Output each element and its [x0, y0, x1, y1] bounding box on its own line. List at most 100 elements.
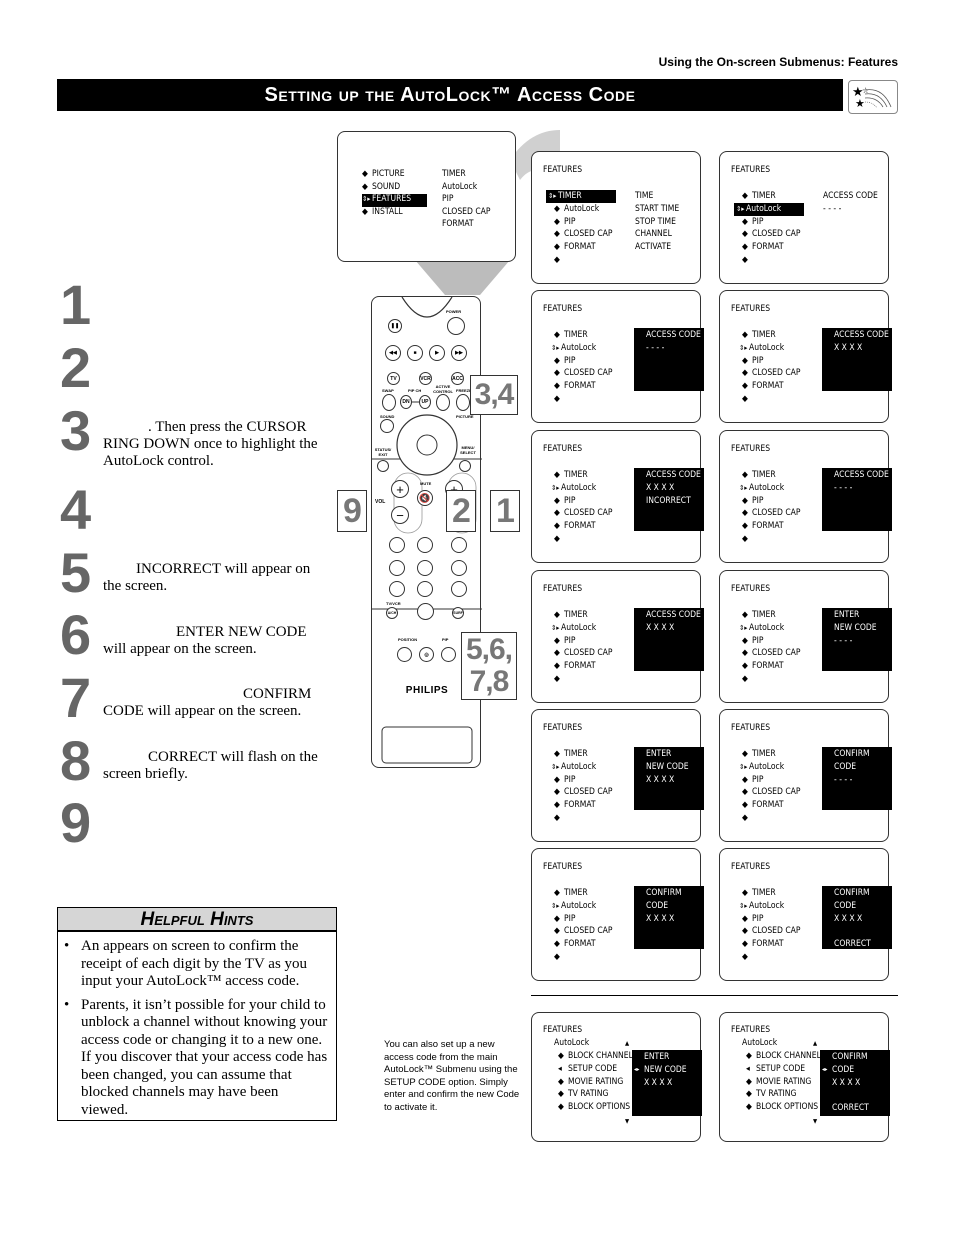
menu-item: ◆	[742, 533, 748, 544]
menu-item: ◆ FORMAT	[742, 521, 784, 532]
menu-item: ◆ CLOSED CAP	[742, 229, 801, 240]
digit-8-button[interactable]	[417, 581, 433, 597]
menu-item: ◆ TIMER	[554, 330, 588, 340]
sound-button[interactable]	[380, 419, 394, 433]
pip-ch-up-button[interactable]: UP	[419, 395, 431, 409]
code-box-line: CONFIRM	[646, 888, 682, 898]
pip-ch-down-button[interactable]: DN	[400, 395, 412, 409]
menu-item-selected: ⇕▸ AutoLock	[734, 202, 804, 216]
code-box-line: CODE	[834, 900, 857, 911]
digit-1-button[interactable]	[389, 537, 405, 553]
menu-item: ◆ FORMAT	[742, 939, 784, 950]
code-box: ACCESS CODE - - - -	[634, 328, 704, 391]
screen-header: FEATURES	[731, 304, 771, 314]
active-control-button[interactable]	[436, 394, 450, 411]
menu-item-active: ⇕▸ AutoLock	[739, 900, 785, 911]
position-button[interactable]	[397, 647, 412, 662]
screen-header: FEATURES	[543, 304, 583, 314]
right-item: CHANNEL	[635, 229, 672, 240]
power-button[interactable]	[447, 317, 465, 335]
screen-menu: ◆ TIMER ⇕▸ AutoLock ◆ PIP ◆ CLOSED CAP ◆ FORMAT ◆	[739, 887, 801, 964]
status-exit-button[interactable]	[377, 460, 389, 472]
step-text-6: ENTER NEW CODE will appear on the screen…	[103, 624, 307, 657]
pause-button[interactable]: ❚❚	[388, 319, 402, 333]
menu-item: ◆ TIMER	[742, 470, 776, 480]
code-box-line: ENTER	[644, 1052, 670, 1062]
code-box-line: - - - -	[834, 635, 853, 646]
menu-item: ◆ FORMAT	[554, 521, 596, 532]
digit-5-button[interactable]	[417, 560, 433, 576]
position-label: POSITION	[398, 637, 418, 642]
menu-item: ◆ FORMAT	[554, 661, 596, 672]
play-button[interactable]: ▶	[429, 345, 445, 361]
menu-item-active: ⇕▸ AutoLock	[739, 761, 785, 772]
side-note: You can also set up a new access code fr…	[384, 1039, 520, 1113]
step-number-8: 8	[60, 729, 91, 792]
right-item: ACCESS CODE	[823, 191, 878, 201]
screen-header: FEATURES	[731, 165, 771, 175]
freeze-button[interactable]	[456, 394, 470, 411]
digit-9-button[interactable]	[451, 581, 467, 597]
stars-icon: ★ ★ ☆	[848, 80, 898, 114]
screen-subheader: AutoLock	[742, 1038, 778, 1048]
screen-menu: ◆ TIMER ⇕▸ AutoLock ◆ PIP ◆ CLOSED CAP ◆ FORMAT ◆	[551, 887, 613, 964]
submenu-item: ◆ BLOCK CHANNEL	[746, 1051, 821, 1061]
swap-button[interactable]	[382, 394, 396, 411]
code-box: ENTER NEW CODE X X X X	[634, 747, 704, 810]
screen-header: FEATURES	[731, 862, 771, 872]
menu-item: ◆ TIMER	[742, 749, 776, 759]
main-menu-item-selected: ⇕▸ FEATURES	[362, 194, 427, 207]
submenu-item: FORMAT	[442, 219, 474, 229]
code-box-line: ENTER	[834, 610, 860, 620]
menu-item: ◆ PIP	[554, 774, 576, 785]
menu-item: ◆ CLOSED CAP	[554, 508, 613, 519]
screen-subheader: AutoLock	[554, 1038, 590, 1048]
code-box: ENTER NEW CODE - - - -	[822, 608, 892, 671]
step-text-5: INCORRECT will appear on the screen.	[103, 561, 311, 594]
menu-item: ◆ TIMER	[742, 888, 776, 898]
features-screen: FEATURES ◆ TIMER ⇕▸ AutoLock ◆ PIP ◆ CLOSED CAP ◆…	[531, 848, 704, 981]
menu-item: ◆ CLOSED CAP	[554, 926, 613, 937]
volume-up-button[interactable]: +	[391, 480, 409, 498]
rewind-button[interactable]: ◀◀	[385, 345, 401, 361]
menu-select-button[interactable]	[459, 460, 471, 472]
pip-position-button[interactable]: ◎	[419, 647, 434, 662]
menu-item: ◆ TIMER	[742, 330, 776, 340]
step-number-2: 2	[60, 336, 91, 399]
digit-6-button[interactable]	[451, 560, 467, 576]
volume-down-button[interactable]: −	[391, 506, 409, 524]
main-menu-item: ◆ INSTALL	[362, 206, 403, 217]
code-box-line: ◂▸ NEW CODE	[634, 1064, 687, 1075]
digit-0-button[interactable]	[417, 603, 434, 620]
callout-9: 9	[337, 490, 367, 532]
digit-4-button[interactable]	[389, 560, 405, 576]
ach-button[interactable]: A/CH	[386, 607, 398, 619]
tv-button[interactable]: TV	[387, 372, 400, 385]
digit-2-button[interactable]	[417, 537, 433, 553]
stop-button[interactable]: ■	[407, 345, 423, 361]
running-head: Using the On-screen Submenus: Features	[658, 55, 898, 69]
digit-3-button[interactable]	[451, 537, 467, 553]
code-box-line: CONFIRM	[834, 749, 870, 759]
mute-button[interactable]: 🔇	[417, 490, 433, 506]
cursor-ring[interactable]	[417, 435, 437, 455]
screen-header: FEATURES	[543, 444, 583, 454]
surf-button[interactable]: SURF	[452, 607, 464, 619]
screen-menu: ◆ TIMER ⇕▸ AutoLock ◆ PIP ◆ CLOSED CAP ◆ FORMAT ◆	[734, 190, 804, 267]
code-box-line: CONFIRM	[832, 1052, 868, 1062]
tvvcr-label: TV/VCR	[386, 601, 401, 606]
page-title: Setting up the AutoLock™ Access Code	[57, 79, 843, 111]
pip-button[interactable]	[441, 647, 456, 662]
features-screen: FEATURES ◆ TIMER ⇕▸ AutoLock ◆ PIP ◆ CLOSED CAP ◆…	[531, 709, 704, 842]
menu-item: ◆	[742, 812, 748, 823]
menu-item: ◆ PIP	[554, 635, 576, 646]
scroll-down-icon: ▼	[625, 1118, 630, 1125]
fast-forward-button[interactable]: ▶▶	[451, 345, 467, 361]
digit-7-button[interactable]	[389, 581, 405, 597]
submenu-item: CLOSED CAP	[442, 206, 491, 217]
hints-title: Helpful Hints	[58, 908, 336, 932]
vcr-button[interactable]: VCR	[419, 372, 432, 385]
features-screen: FEATURES ◆ TIMER ⇕▸ AutoLock ◆ PIP ◆ CLOSED CAP ◆…	[719, 848, 892, 981]
features-screen: FEATURES ⇕▸ TIMER ◆ AutoLock ◆ PIP ◆ CLOSED CAP ◆…	[531, 151, 701, 284]
step-text-3: . Then press the CURSOR RING DOWN once t…	[103, 419, 318, 469]
